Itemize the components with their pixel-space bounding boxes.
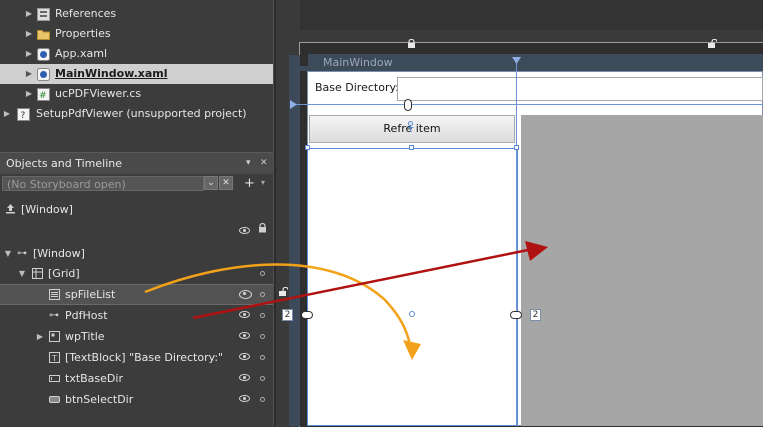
annotation-arrows xyxy=(144,241,548,360)
red-straight-arrow xyxy=(192,241,548,320)
orange-curved-arrow xyxy=(144,263,421,360)
